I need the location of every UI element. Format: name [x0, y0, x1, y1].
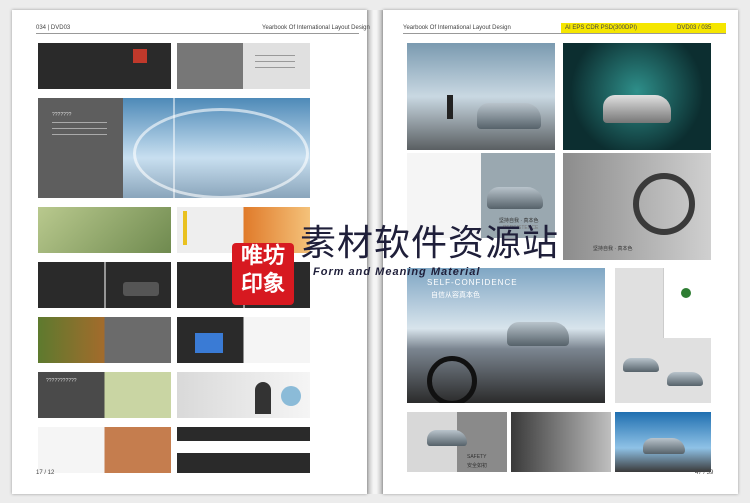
spread-thumbnail-interior-details[interactable]: [511, 412, 611, 472]
cover-logo-icon: [133, 49, 147, 63]
spread-thumbnail-self-confidence[interactable]: SELF-CONFIDENCE 自信从容真本色: [407, 268, 605, 403]
left-header-code: 034 | DVD03: [36, 25, 71, 31]
watermark-logo-line2: 印象: [240, 272, 285, 297]
right-footer: 47 / 39: [695, 470, 714, 476]
watermark-title: 素材软件资源站: [300, 223, 560, 264]
spread-thumbnail-villa[interactable]: ???????????: [38, 372, 171, 418]
spread-thumbnail-sports[interactable]: [177, 317, 310, 363]
spread-thumbnail-text-page[interactable]: [177, 43, 310, 89]
left-footer: 17 / 12: [36, 470, 55, 476]
steering-wheel-icon: [633, 173, 695, 235]
watermark-logo-line1: 唯坊: [240, 244, 285, 269]
spread-thumbnail-clock[interactable]: ???????: [38, 98, 310, 198]
spread-thumbnail-building[interactable]: [38, 427, 171, 473]
right-header-title: Yearbook Of International Layout Design: [403, 25, 511, 31]
safety-en-caption: SAFETY: [467, 454, 487, 460]
watermark-subtitle: Form and Meaning Material: [313, 266, 481, 278]
spread-thumbnail-tanks[interactable]: [38, 262, 171, 308]
persistence2-zh-caption: 坚持自我 · 真本色: [593, 246, 633, 252]
road-spread-caption: ???????????: [46, 378, 77, 384]
brand-logo-icon: [681, 288, 691, 298]
spread-thumbnail-businessman[interactable]: [177, 372, 310, 418]
person-silhouette-icon: [447, 95, 453, 119]
left-header-rule: [36, 33, 359, 34]
clock-spread-caption: ???????: [52, 112, 72, 118]
watermark-logo: 唯坊 印象: [232, 243, 294, 305]
spread-thumbnail-tree-roots[interactable]: [38, 317, 171, 363]
right-header-rule: [403, 33, 726, 34]
self-confidence-en-caption: SELF-CONFIDENCE: [427, 278, 518, 287]
dashboard-wheel-icon: [427, 356, 477, 403]
spread-thumbnail-car-interior[interactable]: 坚持自我 · 真本色: [563, 153, 711, 260]
spread-thumbnail-aerial-map[interactable]: [38, 207, 171, 253]
spread-thumbnail-brochure-cover[interactable]: [615, 268, 711, 403]
self-confidence-zh-caption: 自信从容真本色: [431, 292, 480, 299]
clock-face-icon: [133, 108, 309, 198]
format-tag: AI EPS CDR PSD(300DPI): [565, 25, 638, 31]
left-header-title: Yearbook Of International Layout Design: [262, 25, 370, 31]
spread-thumbnail-safety[interactable]: SAFETY 安全如初: [407, 412, 507, 472]
spread-thumbnail-car-city[interactable]: [407, 43, 555, 150]
spread-thumbnail-blue-motion[interactable]: [615, 412, 711, 472]
right-header-code: DVD03 / 035: [677, 25, 712, 31]
spread-thumbnail-car-spotlight[interactable]: [563, 43, 711, 150]
spread-thumbnail-dark-cover[interactable]: [38, 43, 171, 89]
safety-zh-caption: 安全如初: [467, 463, 488, 469]
spread-thumbnail-black-pages[interactable]: [177, 427, 310, 473]
